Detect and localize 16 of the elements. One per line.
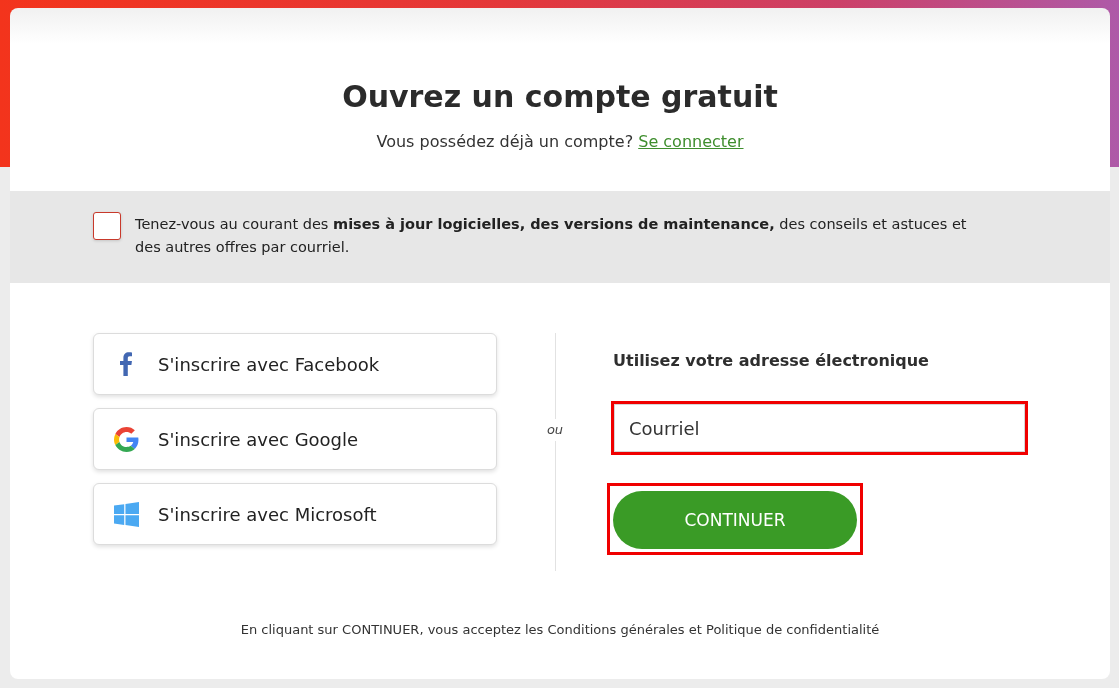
- signin-link[interactable]: Se connecter: [638, 132, 744, 151]
- newsletter-checkbox[interactable]: [93, 212, 121, 240]
- social-signup-button[interactable]: S'inscrire avec Microsoft: [93, 483, 497, 545]
- g-logo-icon: [113, 426, 139, 452]
- f-logo-icon: [120, 352, 132, 376]
- email-heading: Utilisez votre adresse électronique: [613, 350, 929, 372]
- social-signup-button[interactable]: S'inscrire avec Facebook: [93, 333, 497, 395]
- continue-button[interactable]: CONTINUER: [613, 491, 857, 549]
- four-squares-icon: [113, 501, 139, 527]
- page-title: Ouvrez un compte gratuit: [341, 78, 779, 115]
- legal-text: En cliquant sur CONTINUER, vous acceptez les Conditions générales et Politique de confidentialité: [239, 621, 881, 639]
- newsletter-label: Tenez-vous au courant des mises à jour logicielles, des versions de maintenance, des conseils et astuces et des autres offres par courriel.: [135, 215, 968, 257]
- signin-prompt: Vous possédez déjà un compte? Se connecter: [375, 131, 745, 153]
- email-field[interactable]: Courriel: [614, 404, 1025, 452]
- social-signup-button[interactable]: S'inscrire avec Google: [93, 408, 497, 470]
- separator-text: ou: [545, 421, 565, 439]
